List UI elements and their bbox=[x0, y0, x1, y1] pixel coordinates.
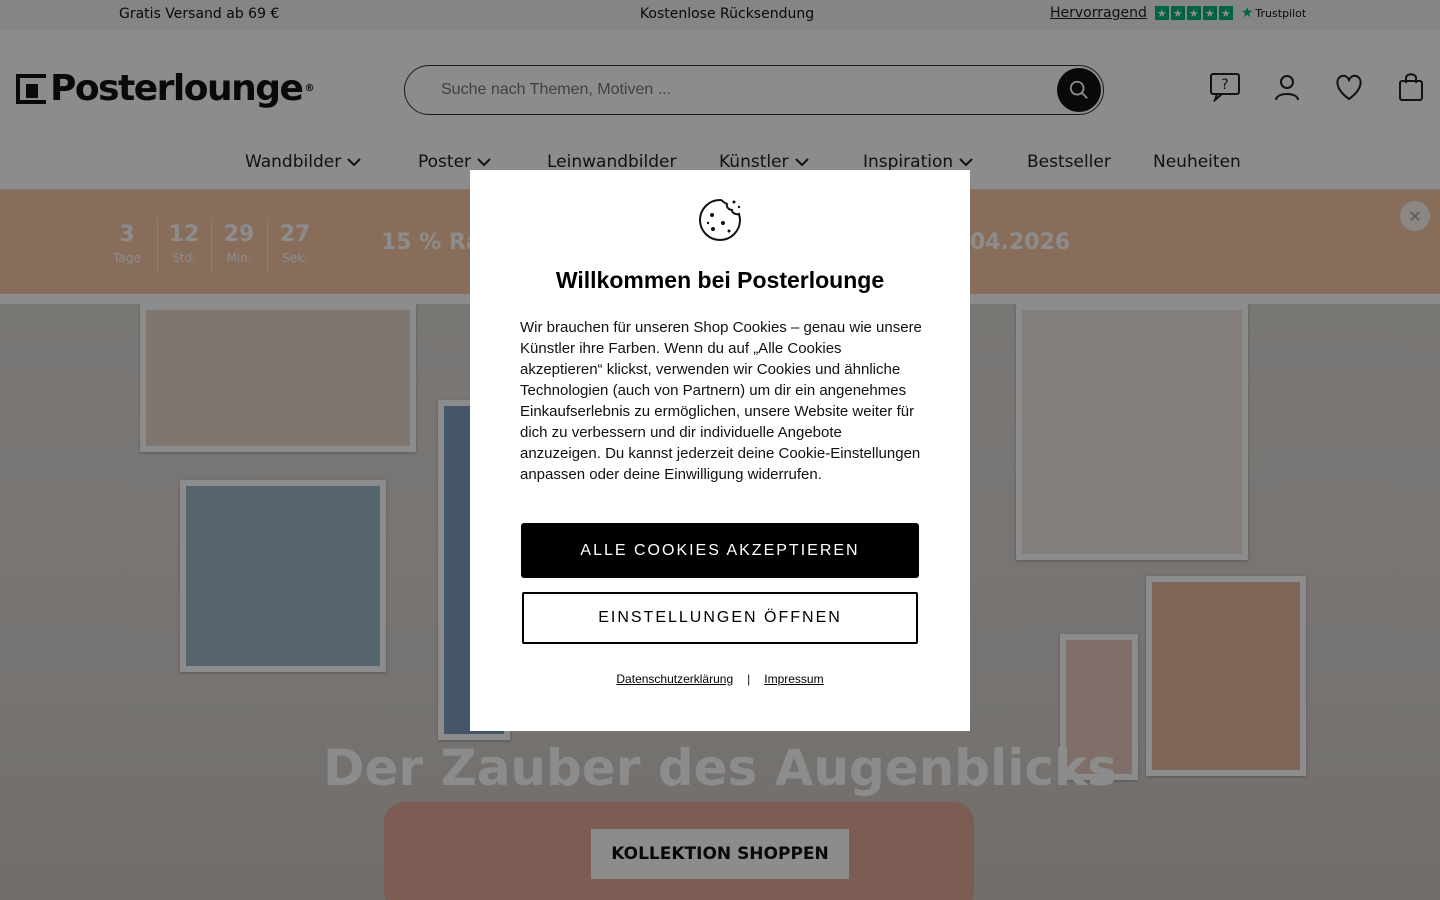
cookie-consent-modal: Willkommen bei Posterlounge Wir brauchen… bbox=[470, 170, 970, 731]
modal-title: Willkommen bei Posterlounge bbox=[555, 267, 885, 293]
accept-all-cookies-button[interactable]: ALLE COOKIES AKZEPTIEREN bbox=[521, 523, 919, 578]
privacy-link[interactable]: Datenschutzerklärung bbox=[616, 672, 733, 686]
imprint-link[interactable]: Impressum bbox=[764, 672, 823, 686]
open-settings-button[interactable]: EINSTELLUNGEN ÖFFNEN bbox=[522, 592, 918, 644]
link-separator: | bbox=[747, 672, 751, 686]
cookie-icon bbox=[698, 198, 742, 242]
modal-links: Datenschutzerklärung | Impressum bbox=[470, 672, 970, 686]
modal-text: Wir brauchen für unseren Shop Cookies – … bbox=[520, 319, 922, 483]
